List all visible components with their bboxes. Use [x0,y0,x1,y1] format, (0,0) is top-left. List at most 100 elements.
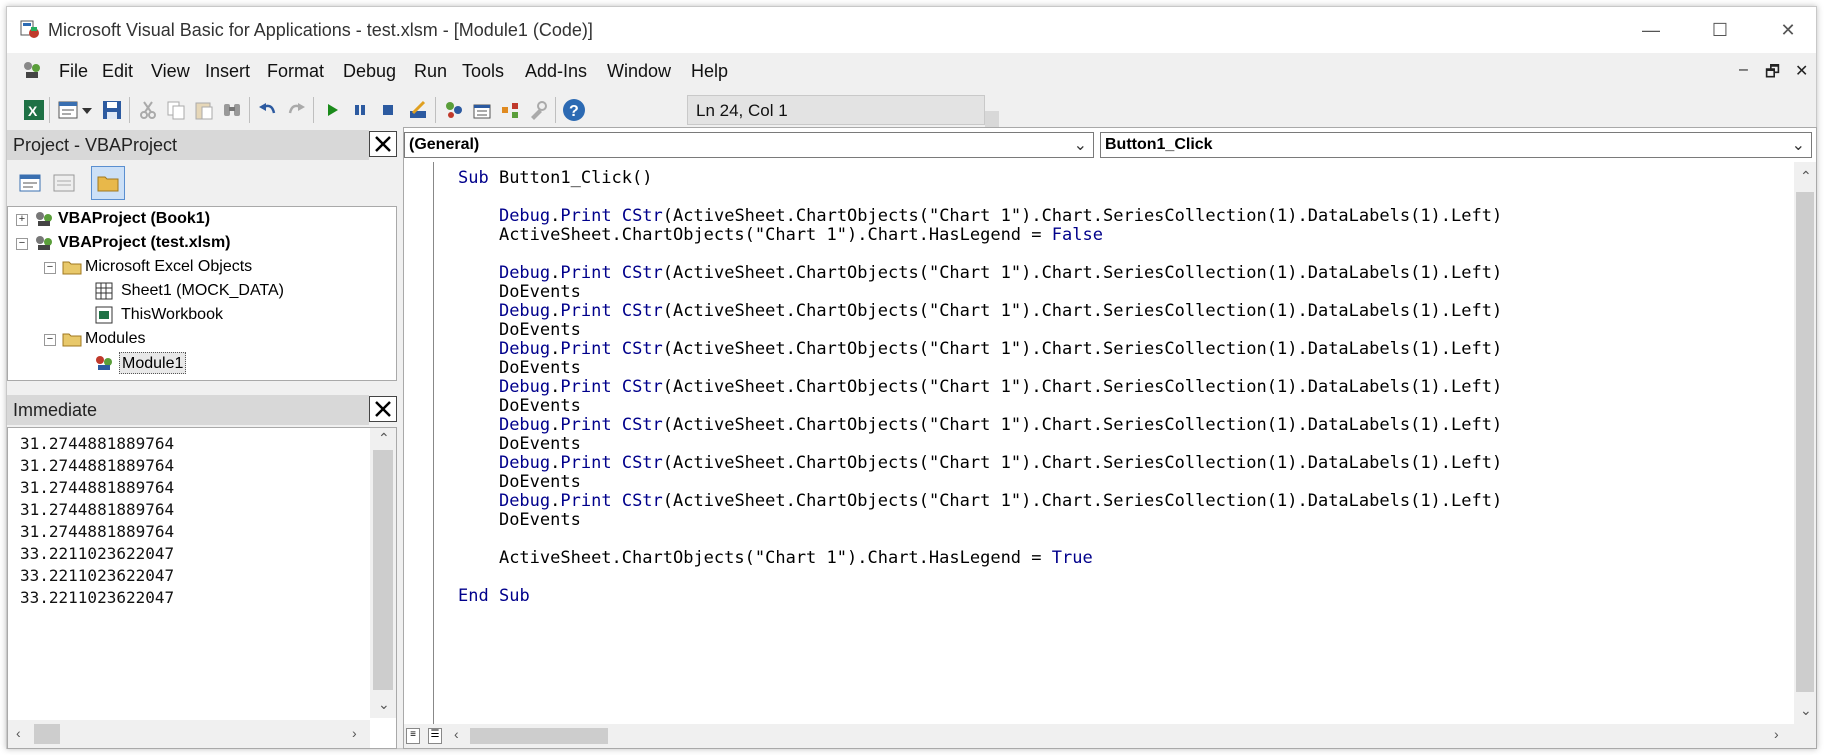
scroll-down-icon[interactable]: ⌄ [378,696,390,713]
code-line[interactable]: Debug.Print CStr(ActiveSheet.ChartObject… [458,377,1502,397]
close-button[interactable]: ✕ [1765,13,1811,47]
menu-view[interactable]: View [151,61,190,82]
scroll-left-icon[interactable]: ‹ [454,726,459,742]
code-line[interactable]: DoEvents [458,396,581,416]
mdi-close-button[interactable]: ✕ [1795,61,1808,81]
code-line[interactable]: End Sub [458,586,530,606]
immediate-vertical-scrollbar[interactable]: ⌃ ⌄ [370,428,396,718]
project-explorer-icon[interactable] [441,97,467,123]
scroll-up-icon[interactable]: ⌃ [378,430,390,447]
view-code-icon[interactable] [17,170,43,196]
code-line[interactable]: Debug.Print CStr(ActiveSheet.ChartObject… [458,301,1502,321]
tree-item-thisworkbook[interactable]: ThisWorkbook [121,304,223,326]
menu-tools[interactable]: Tools [462,61,504,82]
find-icon[interactable] [219,97,245,123]
scroll-left-icon[interactable]: ‹ [16,725,21,741]
project-pane-close-button[interactable] [369,131,397,157]
immediate-window[interactable]: 31.2744881889764 31.2744881889764 31.274… [7,427,397,749]
redo-icon[interactable] [283,97,309,123]
tree-item-excel-objects[interactable]: Microsoft Excel Objects [85,256,252,278]
design-mode-icon[interactable] [405,97,431,123]
object-combo[interactable]: (General) ⌄ [404,132,1094,158]
folder-icon [62,333,82,347]
procedure-view-button[interactable]: ≡ [406,728,420,744]
menu-insert[interactable]: Insert [205,61,250,82]
menu-window[interactable]: Window [607,61,671,82]
dropdown-icon[interactable] [79,97,95,123]
code-line[interactable]: DoEvents [458,358,581,378]
scroll-right-icon[interactable]: › [352,725,357,741]
scroll-thumb[interactable] [373,450,393,690]
object-browser-icon[interactable] [497,97,523,123]
project-toolbar-scroll[interactable] [385,165,397,201]
maximize-button[interactable]: ☐ [1697,13,1743,47]
paste-icon[interactable] [191,97,217,123]
tree-expander-excel-objects[interactable]: − [44,262,56,274]
break-icon[interactable] [347,97,373,123]
code-line[interactable]: ActiveSheet.ChartObjects("Chart 1").Char… [458,225,1103,245]
mdi-minimize-button[interactable]: – [1739,61,1748,79]
scroll-thumb[interactable] [34,724,60,744]
insert-module-icon[interactable] [55,97,81,123]
toggle-folders-icon[interactable] [91,166,125,200]
code-line[interactable]: Debug.Print CStr(ActiveSheet.ChartObject… [458,206,1502,226]
code-line[interactable]: Debug.Print CStr(ActiveSheet.ChartObject… [458,263,1502,283]
toolbox-icon[interactable] [525,97,551,123]
menu-add-ins[interactable]: Add-Ins [525,61,587,82]
code-line[interactable]: DoEvents [458,510,581,530]
menu-run[interactable]: Run [414,61,447,82]
view-object-icon[interactable] [51,170,77,196]
immediate-horizontal-scrollbar[interactable]: ‹ › [8,720,370,748]
tree-item-module1[interactable]: Module1 [119,352,187,374]
code-line[interactable]: DoEvents [458,434,581,454]
code-line[interactable]: Sub Button1_Click() [458,168,652,188]
code-vertical-scrollbar[interactable]: ⌃ ⌄ [1794,162,1816,724]
tree-item-vbaproject-test[interactable]: VBAProject (test.xlsm) [58,232,231,254]
tree-item-modules[interactable]: Modules [85,328,145,350]
scroll-up-icon[interactable]: ⌃ [1800,168,1812,185]
tree-expander-modules[interactable]: − [44,334,56,346]
immediate-output-line: 31.2744881889764 [20,478,175,497]
scroll-thumb[interactable] [1796,192,1814,692]
undo-icon[interactable] [255,97,281,123]
scroll-right-icon[interactable]: › [1774,726,1779,742]
excel-icon[interactable]: X [21,97,47,123]
menu-format[interactable]: Format [267,61,324,82]
procedure-combo[interactable]: Button1_Click ⌄ [1100,132,1812,158]
tree-item-vbaproject-book1[interactable]: VBAProject (Book1) [58,208,210,230]
minimize-button[interactable]: — [1628,13,1674,47]
code-margin[interactable] [404,162,434,724]
code-line[interactable]: Debug.Print CStr(ActiveSheet.ChartObject… [458,453,1502,473]
full-module-view-button[interactable]: ☰ [428,728,442,744]
cut-icon[interactable] [135,97,161,123]
code-horizontal-scrollbar[interactable]: ≡ ☰ ‹ › [404,724,1816,748]
reset-icon[interactable] [375,97,401,123]
properties-icon[interactable] [469,97,495,123]
code-line[interactable]: DoEvents [458,282,581,302]
tree-item-sheet1[interactable]: Sheet1 (MOCK_DATA) [121,280,284,302]
immediate-pane-close-button[interactable] [369,396,397,422]
workbook-icon [95,306,113,324]
code-editor[interactable]: Sub Button1_Click() Debug.Print CStr(Act… [404,162,1794,724]
code-line[interactable]: DoEvents [458,472,581,492]
menu-file[interactable]: File [59,61,88,82]
scroll-down-icon[interactable]: ⌄ [1800,702,1812,719]
menu-edit[interactable]: Edit [102,61,133,82]
run-icon[interactable] [319,97,345,123]
code-line[interactable]: ActiveSheet.ChartObjects("Chart 1").Char… [458,548,1093,568]
menu-help[interactable]: Help [691,61,728,82]
mdi-restore-button[interactable]: 🗗 [1765,61,1780,88]
scroll-thumb[interactable] [470,728,608,744]
save-icon[interactable] [99,97,125,123]
code-line[interactable]: Debug.Print CStr(ActiveSheet.ChartObject… [458,339,1502,359]
menu-debug[interactable]: Debug [343,61,396,82]
code-line[interactable]: Debug.Print CStr(ActiveSheet.ChartObject… [458,491,1502,511]
code-line[interactable]: DoEvents [458,320,581,340]
immediate-output-line: 31.2744881889764 [20,500,175,519]
code-line[interactable]: Debug.Print CStr(ActiveSheet.ChartObject… [458,415,1502,435]
tree-expander-test[interactable]: − [16,238,28,250]
help-icon[interactable]: ? [561,97,587,123]
tree-expander-book1[interactable]: + [16,214,28,226]
copy-icon[interactable] [163,97,189,123]
vba-editor-window: Microsoft Visual Basic for Applications … [6,6,1817,749]
